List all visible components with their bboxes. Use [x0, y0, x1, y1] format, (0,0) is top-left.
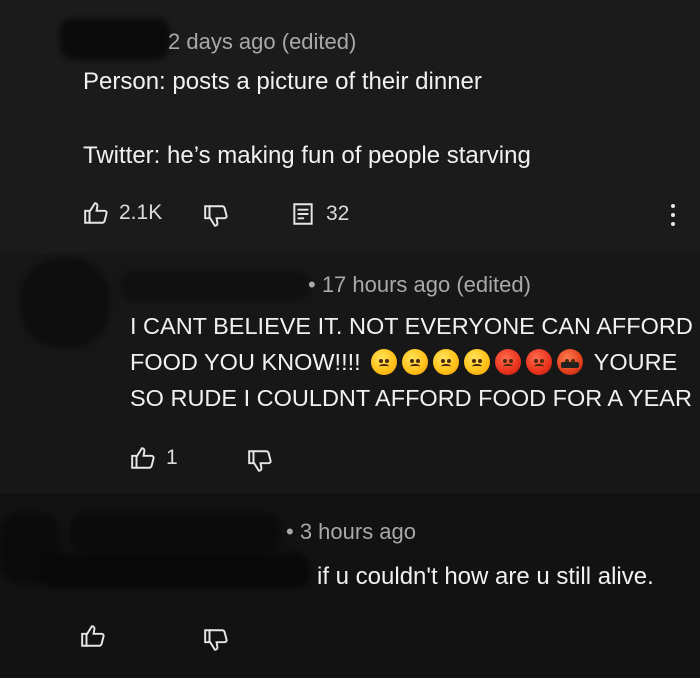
redacted-avatar: [20, 258, 110, 348]
thumbs-up-icon: [81, 625, 105, 647]
thumbs-down-icon: [204, 205, 228, 227]
thumbs-down-icon: [204, 629, 228, 651]
comment-text: I CANT BELIEVE IT. NOT EVERYONE CAN AFFO…: [130, 308, 693, 416]
dislike-button[interactable]: [203, 627, 229, 653]
comment-icon: [293, 203, 313, 225]
comment-text: if u couldn't how are u still alive.: [317, 563, 654, 590]
comment-line: I CANT BELIEVE IT. NOT EVERYONE CAN AFFO…: [130, 313, 693, 339]
comment-3: • 3 hours ago if u couldn't how are u st…: [0, 493, 700, 678]
comment-timestamp: • 17 hours ago (edited): [308, 272, 531, 297]
comment-line: [83, 97, 531, 140]
comment-2: • 17 hours ago (edited) I CANT BELIEVE I…: [0, 253, 700, 493]
like-button[interactable]: 2.1K: [83, 200, 162, 226]
angry-face-icon: [370, 349, 397, 375]
dislike-button[interactable]: [203, 203, 229, 229]
comment-line: FOOD YOU KNOW!!!! YOURE: [130, 344, 693, 380]
comment-line: Person: posts a picture of their dinner: [83, 68, 482, 95]
dislike-button[interactable]: [247, 448, 273, 474]
redacted-username-tail: [40, 553, 310, 588]
comment-line: Twitter: he’s making fun of people starv…: [83, 142, 531, 169]
thumbs-up-icon: [131, 447, 155, 469]
angry-face-icon: [401, 349, 428, 375]
comment-text: Person: posts a picture of their dinner …: [83, 66, 531, 171]
thumbs-down-icon: [248, 450, 272, 472]
pouting-face-icon: [494, 349, 521, 375]
redacted-username: [70, 513, 280, 553]
comment-line: SO RUDE I COULDNT AFFORD FOOD FOR A YEAR: [130, 385, 692, 411]
redacted-username: [60, 18, 170, 60]
more-vertical-icon[interactable]: [670, 204, 676, 226]
cursing-face-icon: [556, 349, 583, 375]
reply-count: 32: [326, 202, 350, 225]
pouting-face-icon: [525, 349, 552, 375]
thumbs-up-icon: [84, 202, 108, 224]
angry-face-icon: [432, 349, 459, 375]
redacted-username: [120, 271, 310, 301]
like-count: 1: [166, 446, 178, 469]
comment-segment: FOOD YOU KNOW!!!!: [130, 349, 361, 375]
comment-1: 2 days ago (edited) Person: posts a pict…: [0, 0, 700, 253]
angry-face-icon: [463, 349, 490, 375]
like-count: 2.1K: [119, 201, 163, 224]
like-button[interactable]: 1: [130, 445, 178, 471]
comment-timestamp: • 3 hours ago: [286, 519, 417, 544]
comment-segment: YOURE: [593, 349, 678, 375]
like-button[interactable]: [80, 623, 106, 649]
reply-button[interactable]: 32: [290, 201, 349, 227]
comment-timestamp: 2 days ago (edited): [168, 29, 357, 54]
